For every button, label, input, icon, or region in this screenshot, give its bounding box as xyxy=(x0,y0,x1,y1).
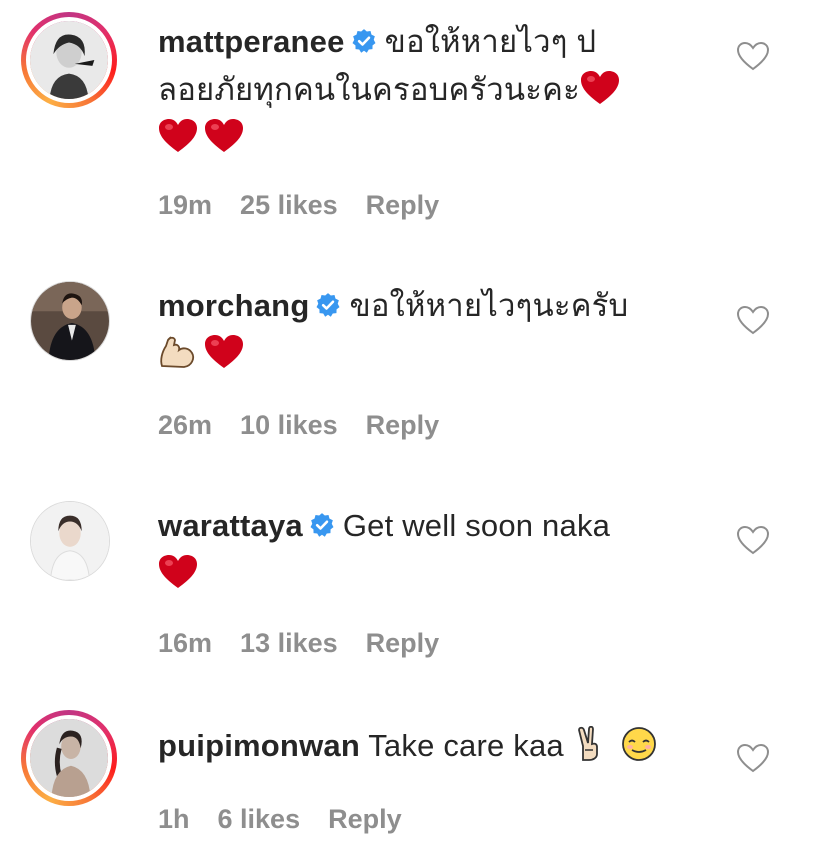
like-count[interactable]: 6 likes xyxy=(218,804,301,834)
comment-text: Get well soon naka xyxy=(342,508,611,543)
like-heart-icon[interactable] xyxy=(735,742,771,774)
verified-badge-icon xyxy=(315,292,341,318)
flexed-biceps-emoji xyxy=(158,334,198,370)
like-heart-icon[interactable] xyxy=(735,304,771,336)
comment-meta: 19m 25 likes Reply xyxy=(158,190,467,221)
comment-text-line1: ขอให้หายไวๆ ป xyxy=(384,24,597,59)
avatar[interactable] xyxy=(21,12,117,108)
reply-button[interactable]: Reply xyxy=(328,804,402,834)
reply-button[interactable]: Reply xyxy=(366,410,440,440)
username[interactable]: puipimonwan xyxy=(158,728,360,763)
avatar[interactable] xyxy=(21,710,117,806)
comment-body: warattaya Get well soon naka xyxy=(158,502,678,598)
username[interactable]: morchang xyxy=(158,288,309,323)
red-heart-emoji xyxy=(158,118,198,154)
red-heart-emoji xyxy=(204,118,244,154)
like-heart-icon[interactable] xyxy=(735,524,771,556)
like-heart-icon[interactable] xyxy=(735,40,771,72)
like-count[interactable]: 13 likes xyxy=(240,628,338,658)
avatar-photo xyxy=(31,282,109,360)
avatar-photo xyxy=(30,719,108,797)
comment-meta: 26m 10 likes Reply xyxy=(158,410,467,441)
red-heart-emoji xyxy=(204,334,244,370)
comment-body: puipimonwan Take care kaa xyxy=(158,722,678,770)
comment-text: Take care kaa xyxy=(368,728,564,763)
red-heart-emoji xyxy=(580,70,620,106)
like-count[interactable]: 25 likes xyxy=(240,190,338,220)
like-count[interactable]: 10 likes xyxy=(240,410,338,440)
relieved-face-emoji xyxy=(619,726,659,762)
red-heart-emoji xyxy=(158,554,198,590)
avatar-photo xyxy=(30,21,108,99)
avatar[interactable] xyxy=(30,281,110,361)
reply-button[interactable]: Reply xyxy=(366,190,440,220)
verified-badge-icon xyxy=(351,28,377,54)
comment-time: 1h xyxy=(158,804,190,834)
username[interactable]: mattperanee xyxy=(158,24,345,59)
verified-badge-icon xyxy=(309,512,335,538)
comment-time: 26m xyxy=(158,410,213,440)
comment-meta: 16m 13 likes Reply xyxy=(158,628,467,659)
username[interactable]: warattaya xyxy=(158,508,303,543)
comment-time: 16m xyxy=(158,628,213,658)
reply-button[interactable]: Reply xyxy=(366,628,440,658)
avatar-photo xyxy=(31,502,109,580)
victory-hand-emoji xyxy=(573,726,613,762)
comment-body: mattperanee ขอให้หายไวๆ ป ลอยภัยทุกคนในคร… xyxy=(158,18,678,162)
comment-meta: 1h 6 likes Reply xyxy=(158,804,430,835)
comment-text: ขอให้หายไวๆนะครับ xyxy=(349,288,629,323)
comment-body: morchang ขอให้หายไวๆนะครับ xyxy=(158,282,678,378)
avatar[interactable] xyxy=(30,501,110,581)
comment-time: 19m xyxy=(158,190,213,220)
comment-text-line2: ลอยภัยทุกคนในครอบครัวนะคะ xyxy=(158,72,580,107)
